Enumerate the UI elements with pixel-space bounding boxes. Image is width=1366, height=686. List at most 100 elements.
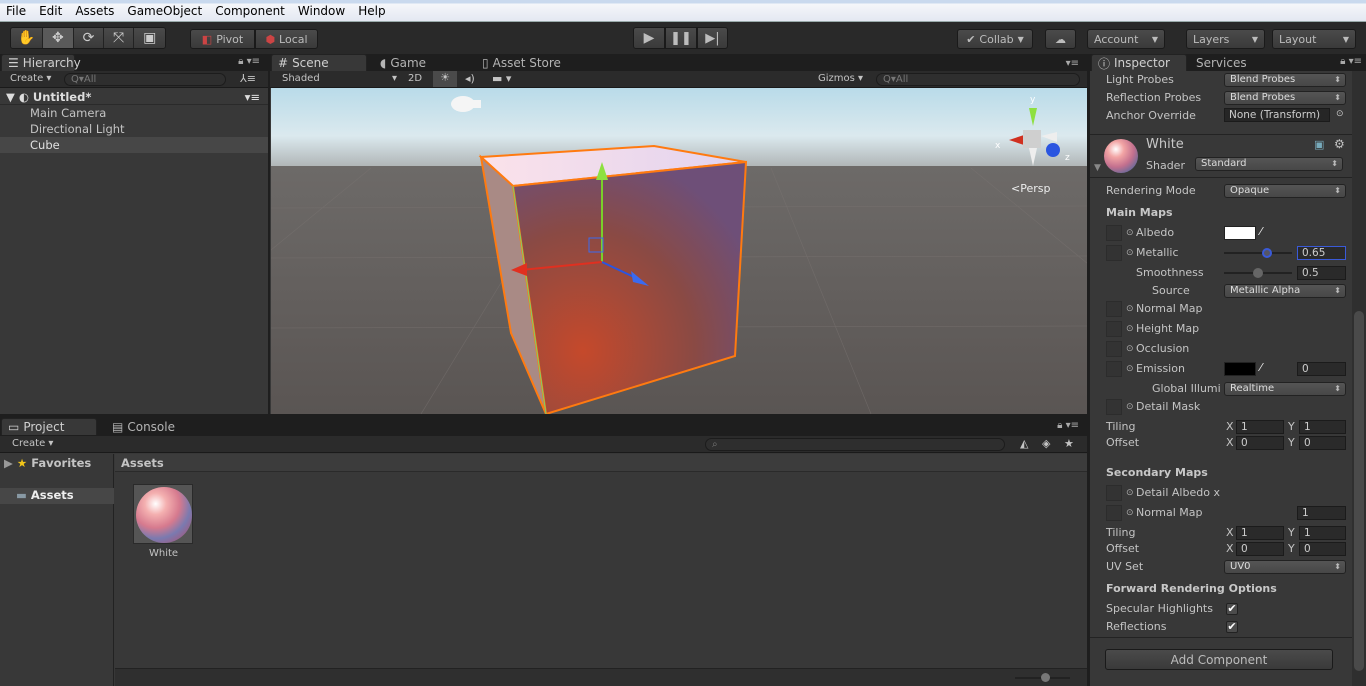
filter-label-icon[interactable]: ◈ bbox=[1042, 437, 1050, 450]
audio-toggle[interactable]: ◂) bbox=[465, 72, 475, 85]
target-icon[interactable]: ⊙ bbox=[1126, 228, 1134, 238]
lock-menu-icon[interactable]: 🔒︎ ▾≡ bbox=[238, 56, 260, 67]
hierarchy-item-cube[interactable]: Cube bbox=[0, 137, 268, 153]
height-map-slot[interactable] bbox=[1106, 321, 1122, 337]
menu-edit[interactable]: Edit bbox=[39, 4, 62, 18]
anchor-override-field[interactable]: None (Transform) bbox=[1224, 108, 1330, 122]
uv-set-dropdown[interactable]: UV0 bbox=[1224, 560, 1346, 574]
layers-dropdown[interactable]: Layers ▼ bbox=[1186, 29, 1265, 49]
metallic-value-field[interactable]: 0.65 bbox=[1297, 246, 1346, 260]
tab-services[interactable]: Services bbox=[1190, 54, 1260, 71]
global-illumination-dropdown[interactable]: Realtime bbox=[1224, 382, 1346, 396]
tab-project[interactable]: ▭ Project bbox=[1, 418, 97, 435]
target-icon[interactable]: ⊙ bbox=[1126, 402, 1134, 412]
layout-dropdown[interactable]: Layout ▼ bbox=[1272, 29, 1356, 49]
secondary-offset-y-field[interactable]: 0 bbox=[1299, 542, 1346, 556]
gear-icon[interactable]: ⚙ bbox=[1334, 137, 1345, 151]
secondary-offset-x-field[interactable]: 0 bbox=[1236, 542, 1284, 556]
target-icon[interactable]: ⊙ bbox=[1126, 324, 1134, 334]
effects-dropdown[interactable]: ▬ ▾ bbox=[492, 72, 511, 85]
metallic-slider-thumb[interactable] bbox=[1262, 248, 1272, 258]
favorites-item[interactable]: ▶ ★ Favorites bbox=[4, 456, 91, 470]
help-icon[interactable]: ▣ bbox=[1314, 138, 1324, 151]
rect-tool-button[interactable]: ▣ bbox=[134, 28, 165, 48]
hand-tool-button[interactable]: ✋ bbox=[11, 28, 43, 48]
tiling-x-field[interactable]: 1 bbox=[1236, 420, 1284, 434]
scrollbar[interactable] bbox=[1352, 71, 1366, 686]
scene-viewport[interactable]: y x z <Persp bbox=[271, 88, 1087, 414]
foldout-arrow-icon[interactable]: ▼ bbox=[1094, 163, 1101, 173]
smoothness-slider-thumb[interactable] bbox=[1253, 268, 1263, 278]
tab-asset-store[interactable]: ▯ Asset Store bbox=[476, 54, 586, 71]
secondary-tiling-x-field[interactable]: 1 bbox=[1236, 526, 1284, 540]
occlusion-slot[interactable] bbox=[1106, 341, 1122, 357]
icon-size-slider-thumb[interactable] bbox=[1041, 673, 1050, 682]
emission-slot[interactable] bbox=[1106, 361, 1122, 377]
tab-scene[interactable]: # Scene bbox=[271, 54, 367, 71]
secondary-tiling-y-field[interactable]: 1 bbox=[1299, 526, 1346, 540]
lighting-toggle[interactable]: ☀ bbox=[433, 71, 457, 87]
target-icon[interactable]: ⊙ bbox=[1126, 248, 1134, 258]
source-dropdown[interactable]: Metallic Alpha bbox=[1224, 284, 1346, 298]
favorite-star-icon[interactable]: ★ bbox=[1064, 437, 1074, 450]
hierarchy-search[interactable]: Q▾All bbox=[64, 73, 226, 86]
metallic-slider[interactable] bbox=[1224, 248, 1292, 258]
collab-button[interactable]: ✔ Collab ▼ bbox=[957, 29, 1033, 49]
menu-gameobject[interactable]: GameObject bbox=[127, 4, 202, 18]
filter-type-icon[interactable]: ◭ bbox=[1020, 437, 1028, 450]
rendering-mode-dropdown[interactable]: Opaque bbox=[1224, 184, 1346, 198]
add-component-button[interactable]: Add Component bbox=[1105, 649, 1333, 670]
scene-root[interactable]: ▼ ◐ Untitled* ▾≡ bbox=[0, 89, 268, 105]
target-icon[interactable]: ⊙ bbox=[1126, 304, 1134, 314]
tab-game[interactable]: ◖ Game bbox=[374, 54, 454, 71]
tab-hierarchy[interactable]: ☰ Hierarchy bbox=[1, 54, 81, 71]
pivot-button[interactable]: ◧ Pivot bbox=[190, 29, 255, 49]
2d-toggle[interactable]: 2D bbox=[408, 73, 422, 84]
specular-highlights-checkbox[interactable]: ✔ bbox=[1226, 603, 1238, 615]
reflection-probes-dropdown[interactable]: Blend Probes bbox=[1224, 91, 1346, 105]
create-dropdown[interactable]: Create ▾ bbox=[10, 73, 51, 84]
emission-color-swatch[interactable] bbox=[1224, 362, 1256, 376]
local-button[interactable]: ⬢ Local bbox=[255, 29, 318, 49]
hierarchy-item-main-camera[interactable]: Main Camera bbox=[0, 105, 268, 121]
project-search[interactable]: ⌕ bbox=[705, 438, 1005, 451]
target-icon[interactable]: ⊙ bbox=[1126, 364, 1134, 374]
target-icon[interactable]: ⊙ bbox=[1126, 508, 1134, 518]
albedo-color-swatch[interactable] bbox=[1224, 226, 1256, 240]
create-dropdown[interactable]: Create ▾ bbox=[12, 438, 53, 449]
scale-tool-button[interactable]: ⤧ bbox=[103, 28, 135, 48]
eyedropper-icon[interactable]: ⁄ bbox=[1260, 361, 1262, 374]
menu-file[interactable]: File bbox=[6, 4, 26, 18]
lock-menu-icon[interactable]: 🔒︎ ▾≡ bbox=[1057, 420, 1079, 431]
normal-map-slot[interactable] bbox=[1106, 301, 1122, 317]
cloud-button[interactable]: ☁ bbox=[1045, 29, 1076, 49]
target-icon[interactable]: ⊙ bbox=[1126, 488, 1134, 498]
eyedropper-icon[interactable]: ⁄ bbox=[1260, 225, 1262, 238]
account-dropdown[interactable]: Account ▼ bbox=[1087, 29, 1165, 49]
detail-albedo-slot[interactable] bbox=[1106, 485, 1122, 501]
offset-y-field[interactable]: 0 bbox=[1299, 436, 1346, 450]
smoothness-value-field[interactable]: 0.5 bbox=[1297, 266, 1346, 280]
menu-window[interactable]: Window bbox=[298, 4, 345, 18]
breadcrumb[interactable]: Assets bbox=[115, 454, 1087, 472]
step-button[interactable]: ▶| bbox=[697, 27, 728, 49]
hierarchy-item-directional-light[interactable]: Directional Light bbox=[0, 121, 268, 137]
pause-button[interactable]: ❚❚ bbox=[665, 27, 697, 49]
gizmos-dropdown[interactable]: Gizmos ▾ bbox=[818, 73, 863, 84]
tab-console[interactable]: ▤ Console bbox=[106, 418, 186, 435]
projection-label[interactable]: <Persp bbox=[1011, 182, 1050, 195]
lock-menu-icon[interactable]: 🔒︎ ▾≡ bbox=[1340, 56, 1362, 67]
tiling-y-field[interactable]: 1 bbox=[1299, 420, 1346, 434]
menu-component[interactable]: Component bbox=[215, 4, 285, 18]
menu-help[interactable]: Help bbox=[358, 4, 385, 18]
scene-menu-icon[interactable]: ▾≡ bbox=[245, 89, 260, 105]
shading-dropdown[interactable]: Shaded ▾ bbox=[282, 73, 397, 84]
smoothness-slider[interactable] bbox=[1224, 268, 1292, 278]
target-icon[interactable]: ⊙ bbox=[1126, 344, 1134, 354]
icon-size-slider[interactable] bbox=[1015, 673, 1070, 682]
scene-search[interactable]: Q▾All bbox=[876, 73, 1080, 86]
light-probes-dropdown[interactable]: Blend Probes bbox=[1224, 73, 1346, 87]
filter-icon[interactable]: ⅄≡ bbox=[240, 72, 256, 85]
emission-value-field[interactable]: 0 bbox=[1297, 362, 1346, 376]
secondary-normal-scale-field[interactable]: 1 bbox=[1297, 506, 1346, 520]
